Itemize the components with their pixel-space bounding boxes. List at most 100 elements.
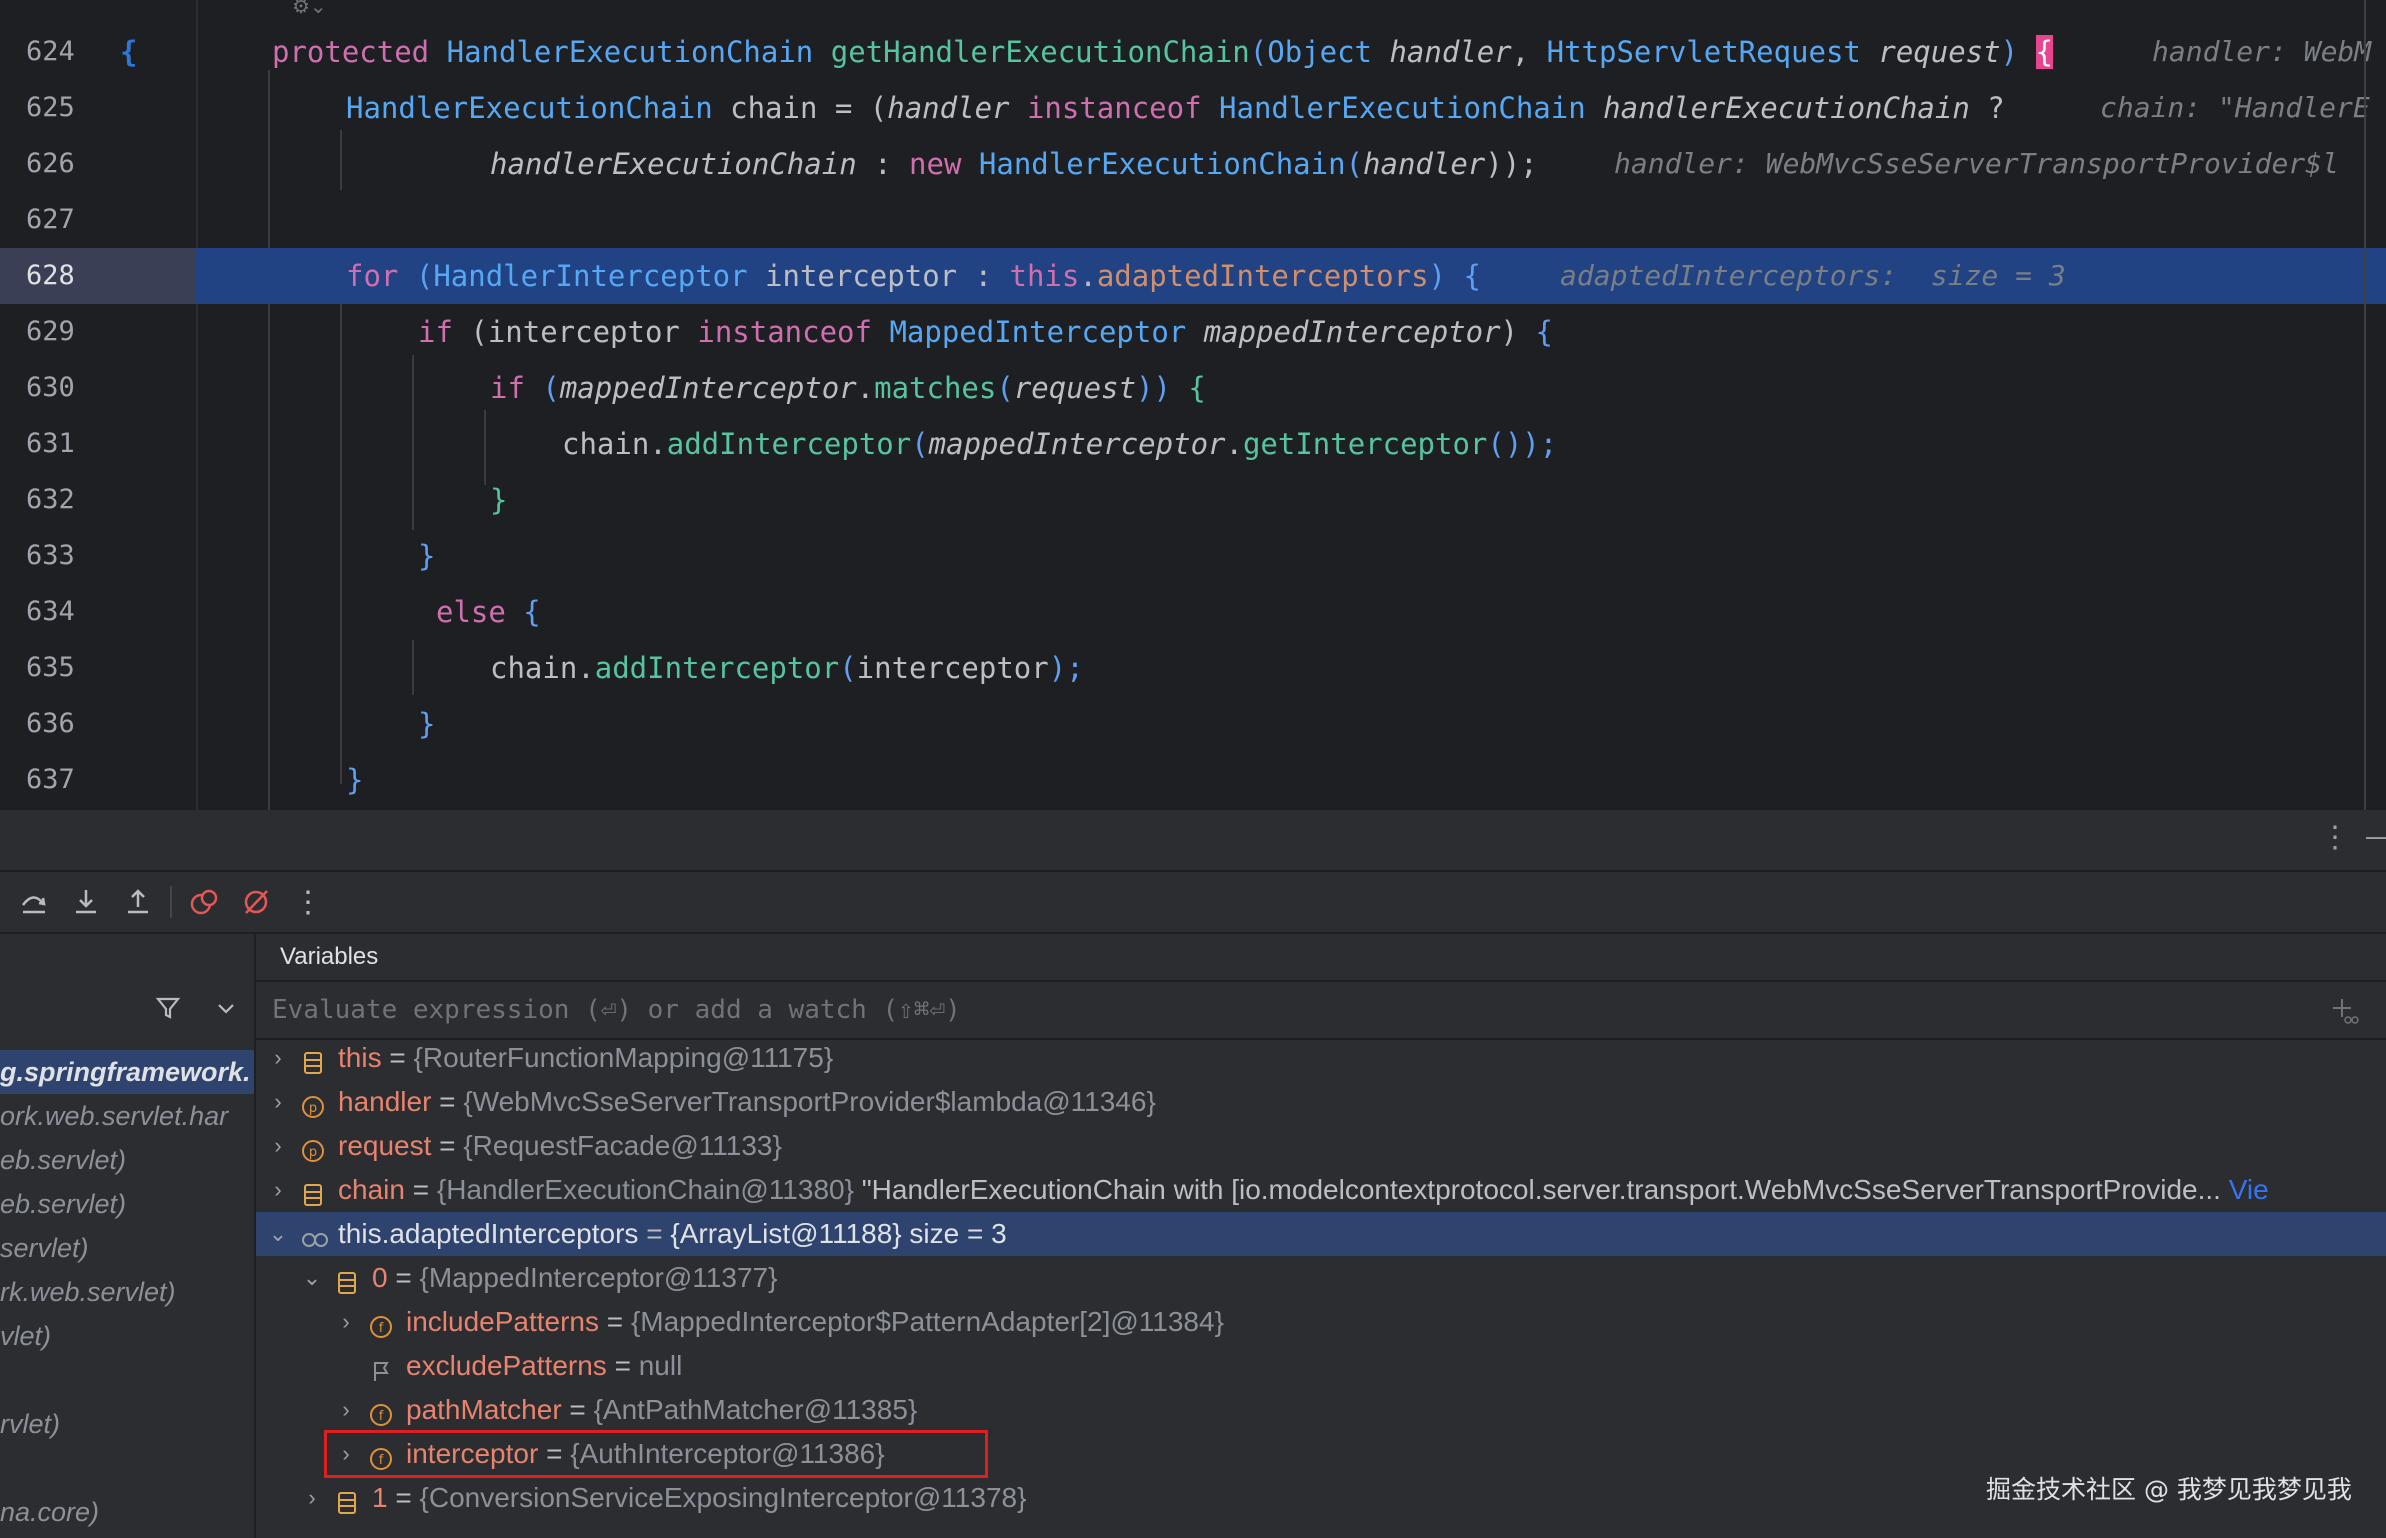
expand-chevron-icon[interactable]: › xyxy=(334,1300,358,1344)
code-line[interactable]: 626 handlerExecutionChain : new HandlerE… xyxy=(0,136,2386,192)
code-line[interactable]: 624 { protected HandlerExecutionChain ge… xyxy=(0,24,2386,80)
variable-text: request = {RequestFacade@11133} xyxy=(338,1124,782,1168)
collapse-chevron-icon[interactable]: ⌄ xyxy=(266,1212,290,1256)
variable-text: chain = {HandlerExecutionChain@11380} "H… xyxy=(338,1168,2269,1212)
variable-name: pathMatcher xyxy=(406,1394,562,1425)
variable-row[interactable]: › this = {RouterFunctionMapping@11175} xyxy=(256,1036,2386,1080)
variable-row[interactable]: › chain = {HandlerExecutionChain@11380} "… xyxy=(256,1168,2386,1212)
code-text: HandlerExecutionChain chain = (handler i… xyxy=(346,91,2005,125)
variable-text: pathMatcher = {AntPathMatcher@11385} xyxy=(406,1388,917,1432)
expand-chevron-icon[interactable]: › xyxy=(266,1168,290,1212)
fold-brace[interactable]: { xyxy=(120,24,137,80)
expand-chevron-icon[interactable]: › xyxy=(266,1080,290,1124)
stack-frame[interactable] xyxy=(0,1446,254,1490)
more-actions-button[interactable]: ⋮ xyxy=(288,882,328,922)
stack-frame[interactable]: g.springframework. xyxy=(0,1050,254,1094)
closing-brace: } xyxy=(346,763,364,797)
expand-chevron-icon[interactable]: › xyxy=(300,1476,324,1520)
add-watch-icon[interactable] xyxy=(2330,996,2360,1026)
variable-value: {ArrayList@11188} size = 3 xyxy=(670,1218,1007,1249)
variable-row[interactable]: › f includePatterns = {MappedInterceptor$P… xyxy=(256,1300,2386,1344)
equals-sign: = xyxy=(606,1350,639,1381)
variable-row[interactable]: › f pathMatcher = {AntPathMatcher@11385} xyxy=(256,1388,2386,1432)
variable-icon xyxy=(300,1177,326,1206)
inline-debug-hint: handler: WebM xyxy=(2152,35,2372,68)
code-line[interactable]: 636 } xyxy=(0,696,2386,752)
evaluate-expression-input[interactable]: Evaluate expression (⏎) or add a watch (… xyxy=(256,980,2386,1040)
equals-sign: = xyxy=(381,1042,414,1073)
view-link[interactable]: Vie xyxy=(2221,1174,2269,1205)
expand-chevron-icon[interactable]: › xyxy=(266,1036,290,1080)
line-number: 628 xyxy=(26,260,75,291)
stack-frame[interactable]: rvlet) xyxy=(0,1402,254,1446)
view-breakpoints-button[interactable] xyxy=(184,882,224,922)
ai-assistant-icon[interactable]: ⚙⌄ xyxy=(292,0,327,19)
stack-frame[interactable]: eb.servlet) xyxy=(0,1138,254,1182)
variable-row[interactable]: excludePatterns = null xyxy=(256,1344,2386,1388)
current-execution-line[interactable]: 628 for (HandlerInterceptor interceptor … xyxy=(0,248,2386,304)
minimize-icon[interactable]: — xyxy=(2366,820,2386,852)
svg-text:f: f xyxy=(379,1409,384,1424)
expand-chevron-icon[interactable]: › xyxy=(334,1388,358,1432)
collapse-chevron-icon[interactable]: ⌄ xyxy=(300,1256,324,1300)
variable-row[interactable]: › p handler = {WebMvcSseServerTransportPro… xyxy=(256,1080,2386,1124)
code-line[interactable]: 627 xyxy=(0,192,2386,248)
step-over-button[interactable] xyxy=(14,882,54,922)
code-line[interactable]: 625 HandlerExecutionChain chain = (handl… xyxy=(0,80,2386,136)
code-text: else { xyxy=(436,595,541,629)
step-out-icon xyxy=(128,889,148,914)
step-out-button[interactable] xyxy=(118,882,158,922)
equals-sign: = xyxy=(638,1218,671,1249)
variable-icon xyxy=(334,1265,360,1294)
variable-icon xyxy=(334,1485,360,1514)
variables-panel[interactable]: Variables Evaluate expression (⏎) or add… xyxy=(256,934,2386,1538)
variable-row[interactable]: › p request = {RequestFacade@11133} xyxy=(256,1124,2386,1168)
filter-button[interactable] xyxy=(154,994,182,1027)
equals-sign: = xyxy=(387,1482,420,1513)
code-line[interactable]: 633 } xyxy=(0,528,2386,584)
editor-scrollbar[interactable] xyxy=(2364,0,2366,810)
stack-frame[interactable]: ork.web.servlet.har xyxy=(0,1094,254,1138)
variable-row[interactable]: ⌄ this.adaptedInterceptors = {ArrayList@1… xyxy=(256,1212,2386,1256)
stack-frame[interactable]: na.core) xyxy=(0,1490,254,1534)
highlight-box xyxy=(324,1430,988,1478)
frames-panel[interactable]: g.springframework. ork.web.servlet.har e… xyxy=(0,934,256,1538)
code-line[interactable]: 630 if (mappedInterceptor.matches(reques… xyxy=(0,360,2386,416)
line-number: 635 xyxy=(26,652,75,683)
line-number: 637 xyxy=(26,764,75,795)
line-number: 633 xyxy=(26,540,75,571)
code-text: if (mappedInterceptor.matches(request)) … xyxy=(490,371,1206,405)
watch-icon xyxy=(300,1221,328,1247)
equals-sign: = xyxy=(387,1262,420,1293)
variable-row[interactable]: ⌄ 0 = {MappedInterceptor@11377} xyxy=(256,1256,2386,1300)
code-editor[interactable]: ⚙⌄ 624 { protected HandlerExecutionChain… xyxy=(0,0,2386,810)
line-number: 636 xyxy=(26,708,75,739)
line-number: 632 xyxy=(26,484,75,515)
evaluate-placeholder: Evaluate expression (⏎) or add a watch (… xyxy=(272,995,961,1025)
code-line[interactable]: 637 } xyxy=(0,752,2386,808)
variables-title: Variables xyxy=(280,943,379,970)
watermark: 掘金技术社区 @ 我梦见我梦见我 xyxy=(1986,1475,2352,1504)
mute-breakpoints-button[interactable] xyxy=(236,882,276,922)
frames-dropdown[interactable] xyxy=(214,994,238,1027)
stack-frame[interactable]: eb.servlet) xyxy=(0,1182,254,1226)
variable-name: request xyxy=(338,1130,432,1161)
stack-frame[interactable]: vlet) xyxy=(0,1314,254,1358)
stack-frame[interactable] xyxy=(0,1358,254,1402)
code-line[interactable]: 635 chain.addInterceptor(interceptor); xyxy=(0,640,2386,696)
variable-name: this xyxy=(338,1042,382,1073)
expand-chevron-icon[interactable]: › xyxy=(266,1124,290,1168)
stack-frame[interactable]: servlet) xyxy=(0,1226,254,1270)
code-line[interactable]: 629 if (interceptor instanceof MappedInt… xyxy=(0,304,2386,360)
options-menu-icon[interactable]: ⋮ xyxy=(2320,820,2350,855)
code-text: handlerExecutionChain : new HandlerExecu… xyxy=(490,147,1538,181)
code-line[interactable]: 634 else { xyxy=(0,584,2386,640)
step-into-button[interactable] xyxy=(66,882,106,922)
variable-string-value: "HandlerExecutionChain with [io.modelcon… xyxy=(853,1174,2221,1205)
variable-name: includePatterns xyxy=(406,1306,600,1337)
line-number: 630 xyxy=(26,372,75,403)
stack-frame[interactable]: rk.web.servlet) xyxy=(0,1270,254,1314)
code-line[interactable]: 631 chain.addInterceptor(mappedIntercept… xyxy=(0,416,2386,472)
code-line[interactable]: 632 } xyxy=(0,472,2386,528)
inline-debug-hint: handler: WebMvcSseServerTransportProvide… xyxy=(1614,147,2339,180)
